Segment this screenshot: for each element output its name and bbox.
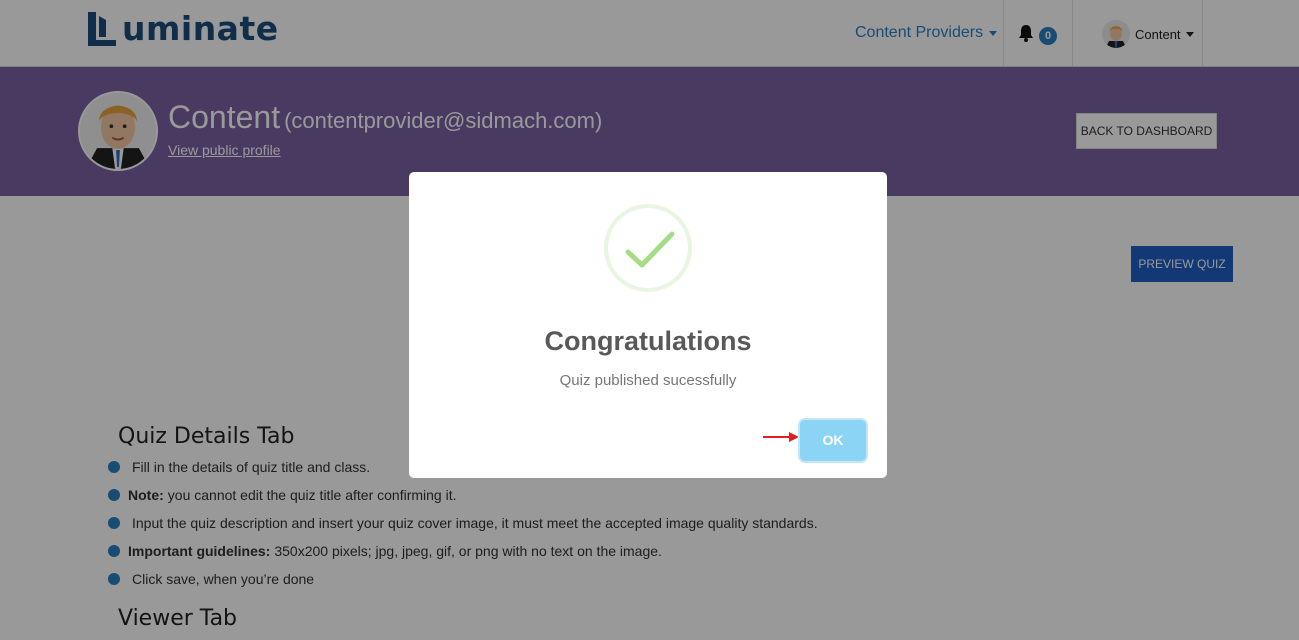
checkmark-icon xyxy=(625,231,675,268)
dialog-title: Congratulations xyxy=(544,326,752,356)
ok-button[interactable]: OK xyxy=(800,420,866,461)
dialog-message: Quiz published sucessfully xyxy=(559,372,737,389)
success-dialog: Congratulations Quiz published sucessful… xyxy=(409,172,887,478)
red-arrow-icon xyxy=(763,432,799,442)
